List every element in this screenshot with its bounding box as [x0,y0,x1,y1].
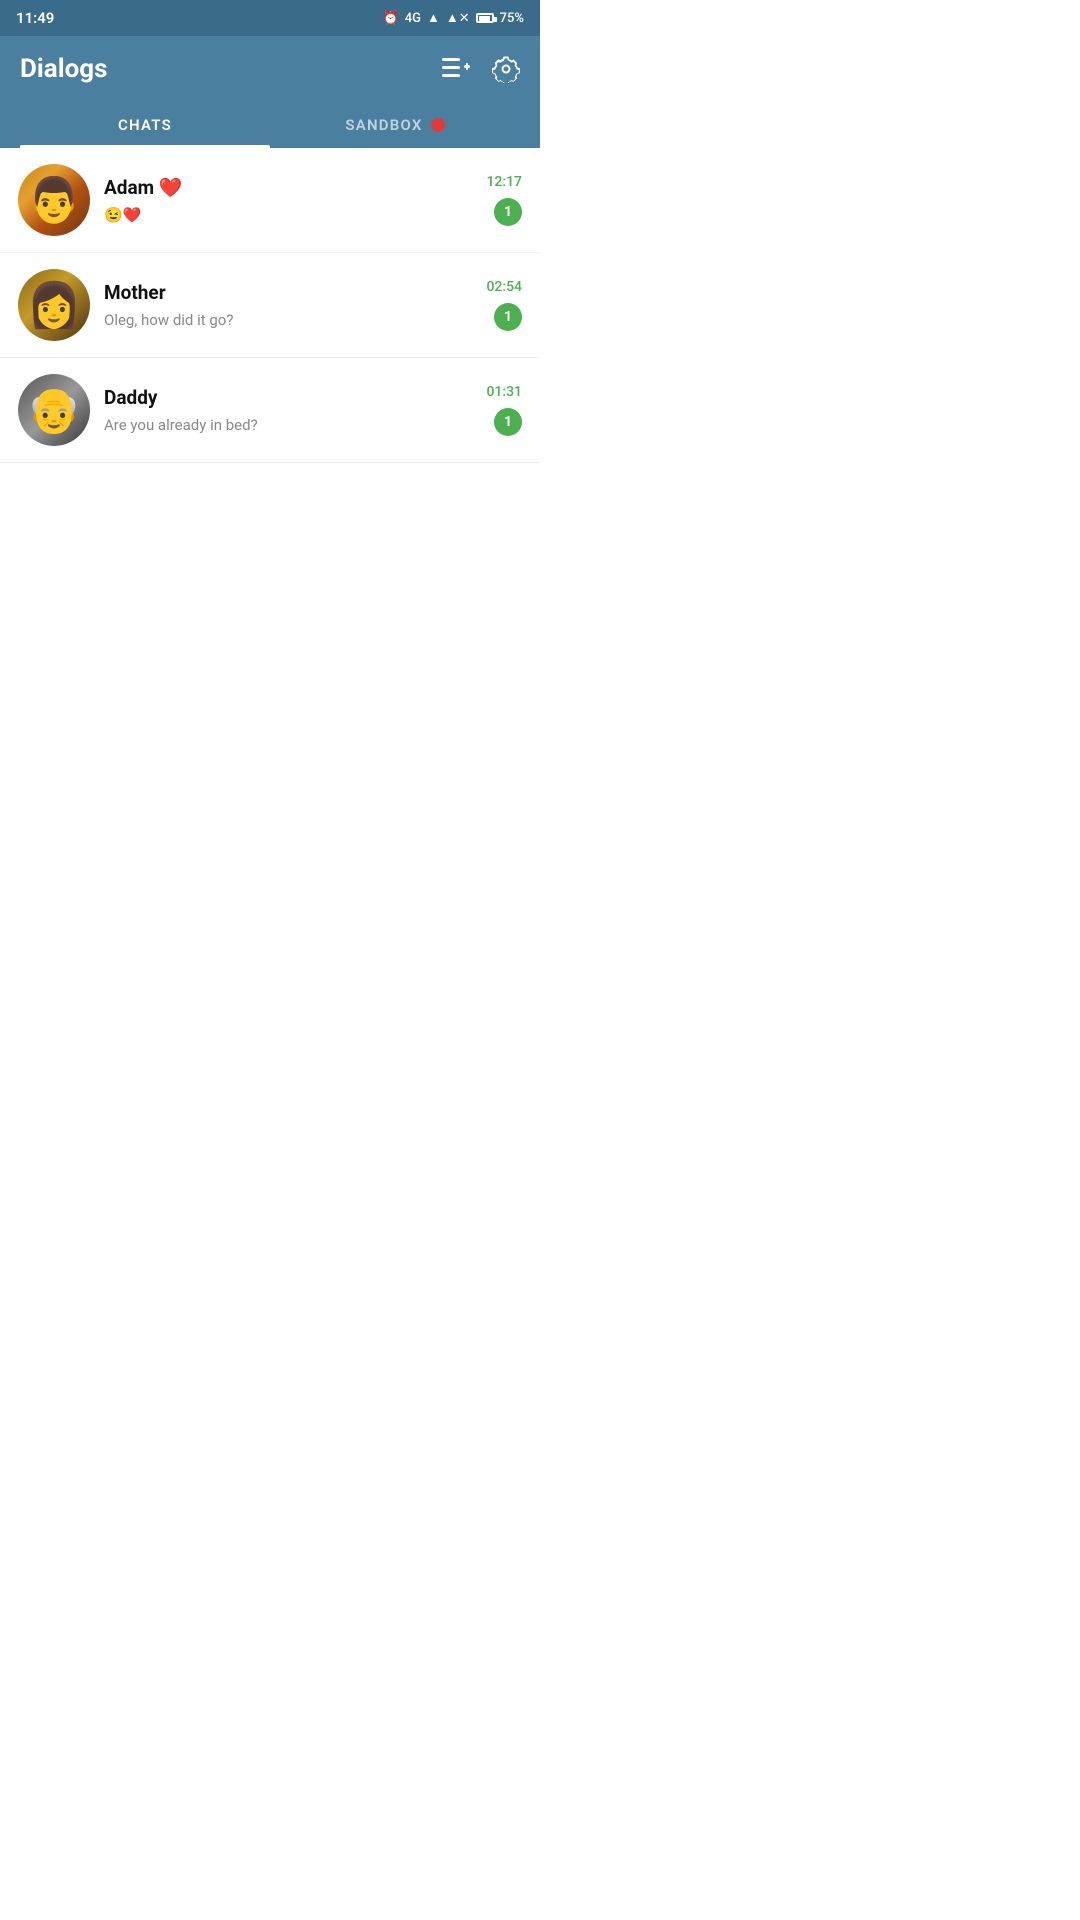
sandbox-notification-dot [431,118,445,132]
chat-meta-adam: 12:17 1 [486,174,522,226]
chat-name-row-adam: Adam ❤️ [104,176,472,199]
chat-preview-daddy: Are you already in bed? [104,416,258,434]
tab-chats-label: CHATS [118,116,172,134]
chat-content-adam: Adam ❤️ 😉❤️ [104,176,472,224]
status-icons: ⏰ 4G ▲ ▲✕ 75% [383,10,524,26]
header-top: Dialogs [20,54,520,102]
header-actions [442,55,520,83]
battery-percent: 75% [500,11,524,26]
alarm-icon: ⏰ [383,11,399,26]
chat-content-daddy: Daddy Are you already in bed? [104,386,472,434]
page-title: Dialogs [20,54,107,84]
chat-item-adam[interactable]: Adam ❤️ 😉❤️ 12:17 1 [0,148,540,253]
settings-icon[interactable] [492,55,520,83]
status-time: 11:49 [16,9,54,27]
unread-badge-mother: 1 [494,303,522,331]
chat-name-daddy: Daddy [104,386,157,409]
chat-item-daddy[interactable]: Daddy Are you already in bed? 01:31 1 [0,358,540,463]
tab-sandbox-label: SANDBOX [345,116,422,134]
unread-badge-adam: 1 [494,198,522,226]
network-label: 4G [405,11,421,26]
status-bar: 11:49 ⏰ 4G ▲ ▲✕ 75% [0,0,540,36]
avatar-mother [18,269,90,341]
chat-preview-mother: Oleg, how did it go? [104,311,233,329]
add-list-icon[interactable] [442,58,470,80]
chat-content-mother: Mother Oleg, how did it go? [104,281,472,329]
tab-chats[interactable]: CHATS [20,102,270,148]
chat-preview-adam: 😉❤️ [104,206,141,224]
unread-badge-daddy: 1 [494,408,522,436]
avatar-adam [18,164,90,236]
signal-x-icon: ▲✕ [446,10,470,26]
chat-name-row-daddy: Daddy [104,386,472,409]
chat-name-mother: Mother [104,281,166,304]
app-header: Dialogs CHATS [0,36,540,148]
chat-time-mother: 02:54 [486,279,522,295]
chat-item-mother[interactable]: Mother Oleg, how did it go? 02:54 1 [0,253,540,358]
avatar-daddy [18,374,90,446]
signal-icon: ▲ [427,10,440,26]
chat-meta-mother: 02:54 1 [486,279,522,331]
battery-icon [476,13,494,23]
tab-sandbox[interactable]: SANDBOX [270,102,520,148]
chat-name-adam: Adam ❤️ [104,176,182,199]
chat-time-adam: 12:17 [486,174,522,190]
chat-list: Adam ❤️ 😉❤️ 12:17 1 Mother Oleg, how did… [0,148,540,463]
chat-time-daddy: 01:31 [486,384,522,400]
chat-name-row-mother: Mother [104,281,472,304]
tabs-container: CHATS SANDBOX [20,102,520,148]
chat-meta-daddy: 01:31 1 [486,384,522,436]
